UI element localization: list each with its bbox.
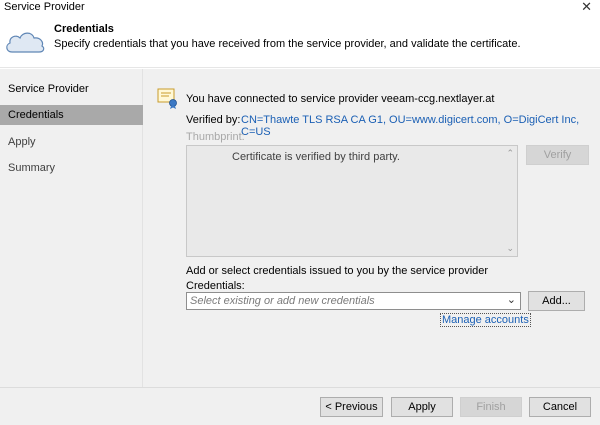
scroll-down-icon[interactable]: ⌄ bbox=[506, 243, 514, 254]
header-title: Credentials bbox=[54, 23, 114, 35]
credentials-prompt: Add or select credentials issued to you … bbox=[186, 265, 489, 277]
step-summary[interactable]: Summary bbox=[0, 158, 143, 178]
previous-button[interactable]: < Previous bbox=[320, 397, 383, 417]
manage-accounts-link[interactable]: Manage accounts bbox=[440, 313, 531, 327]
cloud-icon bbox=[6, 32, 45, 53]
thumbprint-label: Thumbprint: bbox=[186, 131, 245, 143]
close-icon[interactable]: ✕ bbox=[581, 0, 592, 15]
credentials-placeholder: Select existing or add new credentials bbox=[190, 295, 375, 307]
title-bar: Service Provider ✕ bbox=[0, 0, 600, 16]
window-title: Service Provider bbox=[4, 1, 85, 13]
step-credentials[interactable]: Credentials bbox=[0, 105, 143, 125]
finish-button[interactable]: Finish bbox=[460, 397, 522, 417]
chevron-down-icon[interactable]: ⌄ bbox=[507, 293, 516, 306]
step-apply[interactable]: Apply bbox=[0, 132, 143, 152]
verified-by-value[interactable]: CN=Thawte TLS RSA CA G1, OU=www.digicert… bbox=[241, 114, 600, 138]
cancel-button[interactable]: Cancel bbox=[529, 397, 591, 417]
credentials-select[interactable]: Select existing or add new credentials ⌄ bbox=[186, 292, 521, 310]
wizard-steps: Service Provider Credentials Apply Summa… bbox=[0, 69, 143, 387]
add-credentials-button[interactable]: Add... bbox=[528, 291, 585, 311]
credentials-label: Credentials: bbox=[186, 280, 245, 292]
header-description: Specify credentials that you have receiv… bbox=[54, 38, 521, 50]
thumbprint-box[interactable]: Certificate is verified by third party. … bbox=[186, 145, 518, 257]
verify-button[interactable]: Verify bbox=[526, 145, 589, 165]
certificate-icon bbox=[157, 88, 177, 109]
apply-button[interactable]: Apply bbox=[391, 397, 453, 417]
step-service-provider[interactable]: Service Provider bbox=[0, 79, 143, 99]
wizard-header: Credentials Specify credentials that you… bbox=[0, 16, 600, 68]
thumbprint-text: Certificate is verified by third party. bbox=[232, 151, 400, 163]
verified-by-label: Verified by: bbox=[186, 114, 241, 126]
scroll-up-icon[interactable]: ⌃ bbox=[506, 148, 514, 159]
connection-status: You have connected to service provider v… bbox=[186, 93, 495, 105]
